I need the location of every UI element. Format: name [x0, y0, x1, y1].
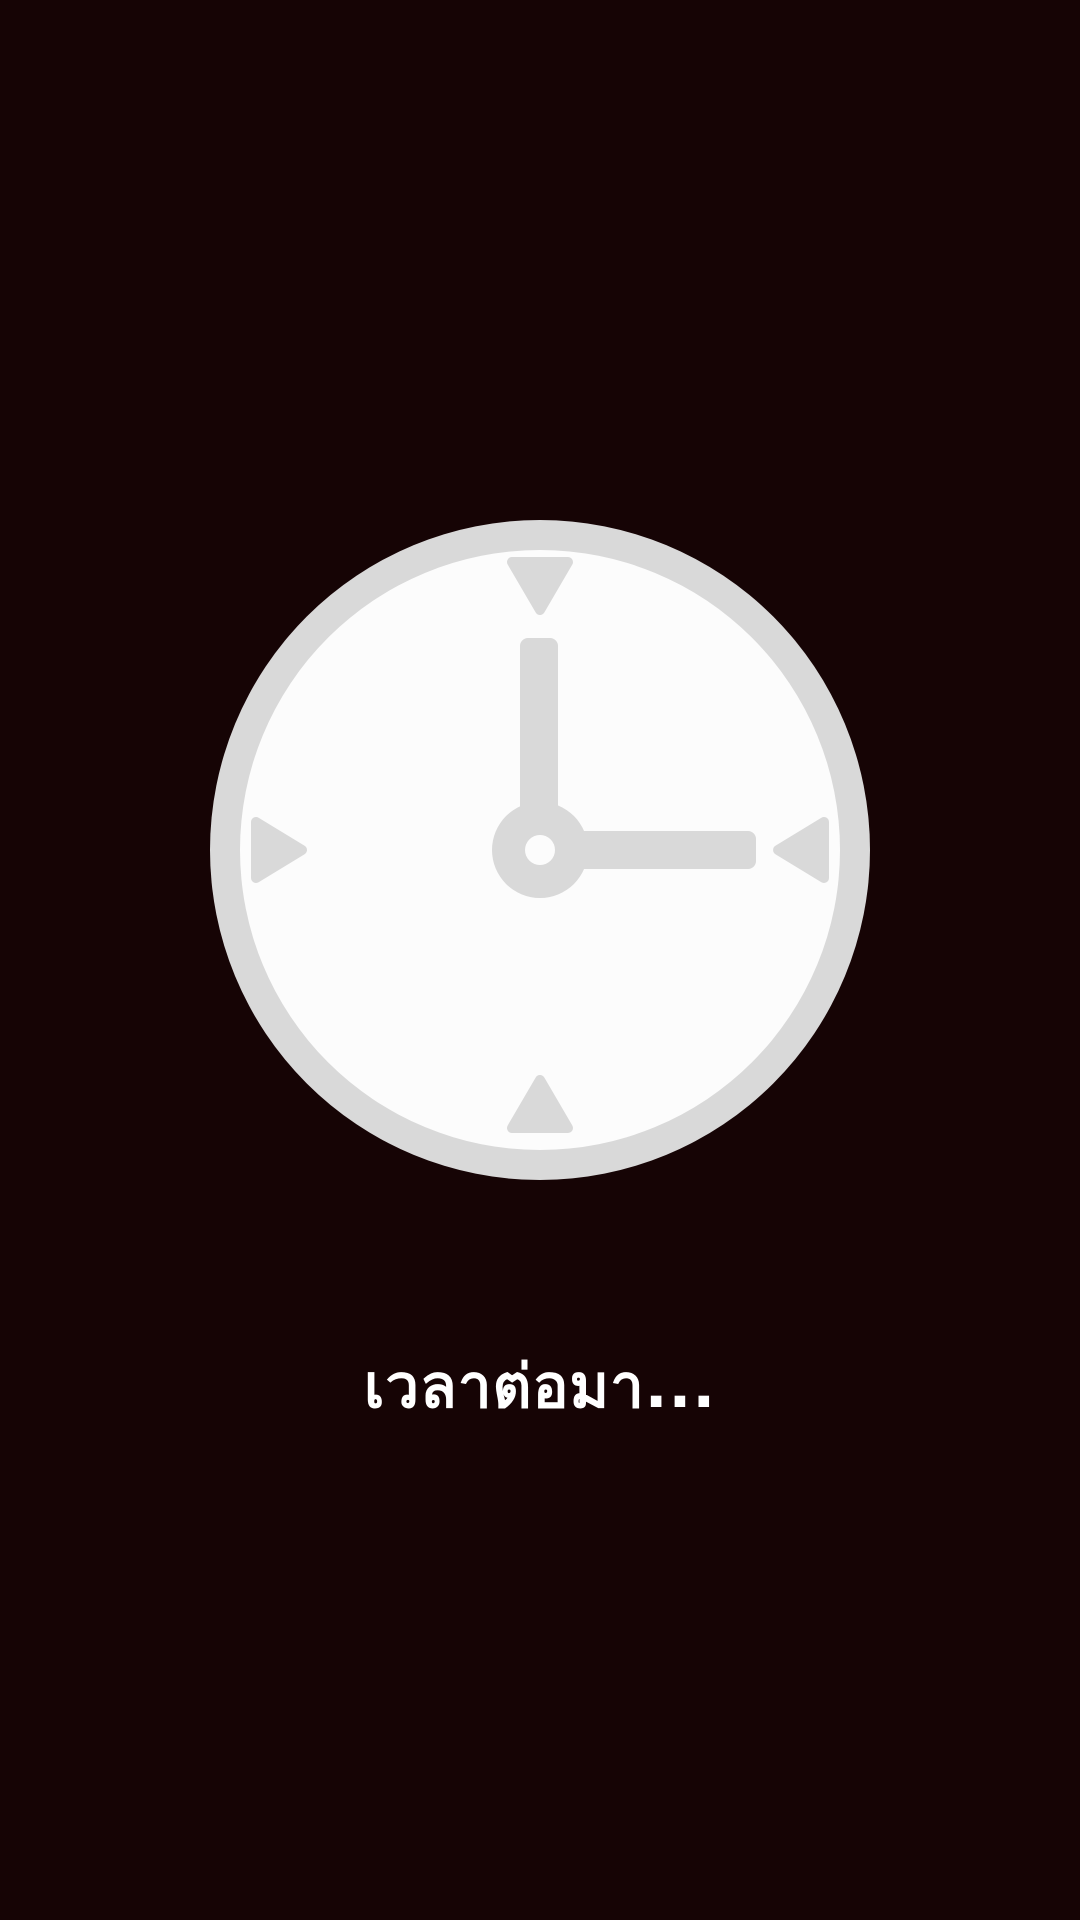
caption-text: เวลาต่อมา... — [363, 1352, 717, 1422]
time-skip-screen: เวลาต่อมา... — [0, 0, 1080, 1920]
clock-hub-center — [525, 835, 555, 865]
clock-icon — [210, 520, 870, 1180]
